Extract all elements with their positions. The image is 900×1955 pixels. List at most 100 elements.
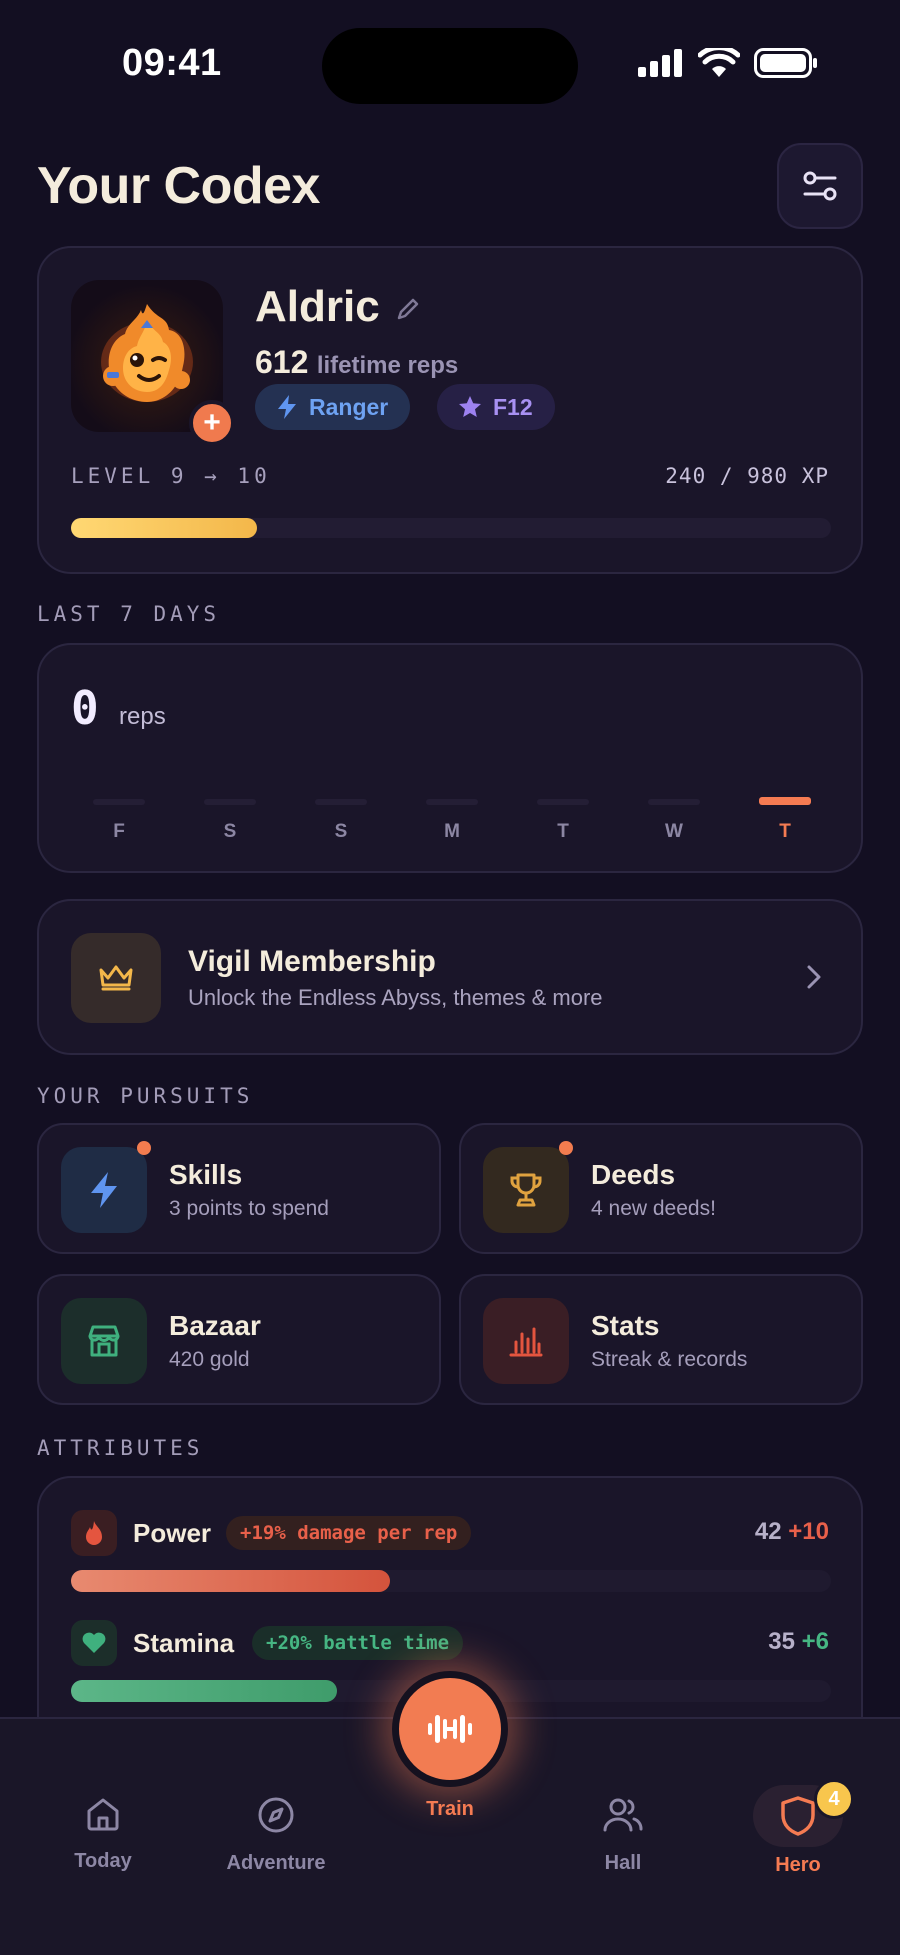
lifetime-reps-label: lifetime reps: [316, 352, 459, 379]
page-title: Your Codex: [37, 157, 320, 215]
membership-title: Vigil Membership: [188, 945, 436, 978]
weekday-bar: [93, 799, 145, 805]
pursuit-tile-bazaar[interactable]: Bazaar 420 gold: [37, 1274, 441, 1405]
pursuit-subtitle: 3 points to spend: [169, 1197, 329, 1220]
sliders-icon: [803, 171, 837, 201]
weekday-bar: [759, 797, 811, 805]
attribute-bonus: +6: [801, 1628, 829, 1655]
weekly-reps-unit: reps: [119, 703, 166, 730]
signal-icon: [638, 49, 682, 77]
power-progress-fill: [71, 1570, 391, 1592]
attribute-base: 42: [754, 1518, 782, 1545]
tab-label: Hero: [775, 1854, 821, 1876]
heart-icon: [82, 1632, 106, 1653]
tab-today[interactable]: Today: [33, 1795, 173, 1873]
xp-label: 240 / 980 XP: [665, 464, 829, 488]
wifi-icon: [698, 48, 740, 77]
weekday-bar: [426, 799, 478, 805]
status-bar: 09:41: [0, 0, 900, 130]
star-icon: [459, 396, 481, 417]
stamina-progress-fill: [71, 1680, 337, 1702]
bazaar-icon-box: [61, 1298, 147, 1384]
attribute-value: 35 +6: [768, 1628, 829, 1656]
weekday-label: S: [334, 821, 348, 842]
notification-dot: [559, 1141, 573, 1155]
rank-chip-label: F12: [493, 393, 533, 420]
xp-progress-fill: [71, 518, 258, 538]
crown-badge: [71, 933, 161, 1023]
crown-icon: [99, 965, 133, 991]
users-icon: [603, 1798, 643, 1832]
weekday-label: W: [665, 821, 683, 842]
membership-subtitle: Unlock the Endless Abyss, themes & more: [188, 985, 603, 1010]
tab-adventure[interactable]: Adventure: [206, 1795, 346, 1875]
power-progress-bar: [71, 1570, 831, 1592]
rank-chip[interactable]: F12: [437, 384, 555, 430]
pursuit-tile-skills[interactable]: Skills 3 points to spend: [37, 1123, 441, 1254]
flame-icon: [86, 1521, 102, 1545]
power-icon-box: [71, 1510, 117, 1556]
pursuit-subtitle: 420 gold: [169, 1348, 250, 1371]
pursuit-tile-deeds[interactable]: Deeds 4 new deeds!: [459, 1123, 863, 1254]
weekday-column: F: [93, 799, 145, 843]
weekday-bar: [537, 799, 589, 805]
weekly-reps-card: 0 reps F S S M T W T: [37, 643, 863, 873]
pursuit-title: Bazaar: [169, 1310, 261, 1341]
section-label-attributes: ATTRIBUTES: [37, 1436, 204, 1460]
dynamic-island: [322, 28, 578, 104]
status-time: 09:41: [122, 42, 222, 84]
attribute-base: 35: [768, 1628, 795, 1655]
weekday-label: M: [444, 821, 460, 842]
trophy-icon: [510, 1173, 542, 1207]
pursuit-title: Skills: [169, 1159, 243, 1190]
tab-label: Adventure: [226, 1852, 326, 1874]
attribute-bonus: +10: [788, 1518, 829, 1545]
weekday-column: S: [315, 799, 367, 843]
membership-card[interactable]: Vigil Membership Unlock the Endless Abys…: [37, 899, 863, 1055]
deeds-icon-box: [483, 1147, 569, 1233]
weekday-label: S: [223, 821, 237, 842]
weekday-column: M: [426, 799, 478, 843]
battery-icon: [754, 48, 817, 78]
stamina-icon-box: [71, 1620, 117, 1666]
attribute-badge: +19% damage per rep: [226, 1516, 472, 1550]
weekly-reps-total: 0: [71, 681, 99, 735]
tab-label: Today: [74, 1850, 132, 1872]
notification-dot: [137, 1141, 151, 1155]
attribute-badge: +20% battle time: [252, 1626, 464, 1660]
home-icon: [87, 1798, 119, 1831]
weekday-column: T: [537, 799, 589, 843]
tab-hall[interactable]: Hall: [553, 1795, 693, 1875]
skills-icon-box: [61, 1147, 147, 1233]
class-chip[interactable]: Ranger: [255, 384, 411, 430]
lightning-icon: [91, 1172, 117, 1208]
add-avatar-button[interactable]: +: [189, 400, 235, 446]
shop-icon: [88, 1325, 120, 1357]
dumbbell-icon: [428, 1715, 472, 1743]
lifetime-reps: 612 lifetime reps: [255, 344, 458, 381]
pursuit-tile-stats[interactable]: Stats Streak & records: [459, 1274, 863, 1405]
edit-pencil-icon[interactable]: [395, 296, 421, 322]
weekday-bar: [648, 799, 700, 805]
stats-icon-box: [483, 1298, 569, 1384]
weekday-column: W: [648, 799, 700, 843]
level-label: LEVEL 9 → 10: [71, 464, 271, 488]
section-label-last-7-days: LAST 7 DAYS: [37, 602, 221, 626]
status-icons: [638, 48, 818, 78]
compass-icon: [258, 1797, 294, 1833]
pursuit-title: Deeds: [591, 1159, 676, 1190]
attribute-name: Stamina: [133, 1628, 235, 1658]
weekday-label: T: [779, 821, 791, 842]
settings-button[interactable]: [777, 143, 863, 229]
chevron-right-icon: [807, 965, 821, 989]
lifetime-reps-count: 612: [255, 344, 309, 380]
weekday-bar: [315, 799, 367, 805]
xp-progress-bar: [71, 518, 831, 538]
weekday-column: T: [759, 797, 811, 843]
weekday-label: F: [113, 821, 125, 842]
train-button[interactable]: [392, 1671, 508, 1787]
weekday-label: T: [557, 821, 569, 842]
weekday-column: S: [204, 799, 256, 843]
shield-icon: [781, 1796, 815, 1836]
profile-card: + Aldric 612 lifetime reps Ranger F12 LE…: [37, 246, 863, 574]
